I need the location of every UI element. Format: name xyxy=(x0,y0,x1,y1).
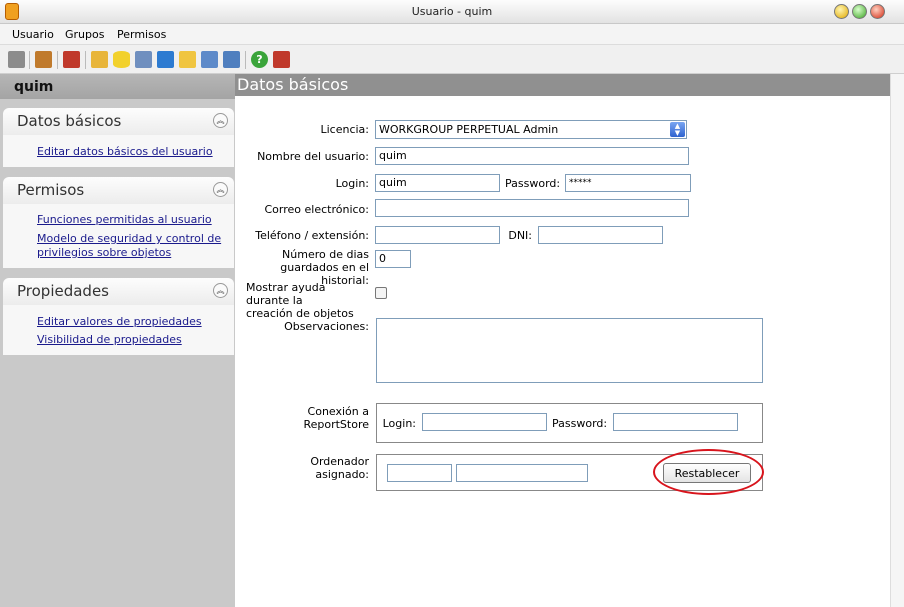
nombre-input[interactable]: quim xyxy=(375,147,689,165)
sidebar: quim Datos básicos ︽ Editar datos básico… xyxy=(0,74,235,607)
toolbar-separator xyxy=(85,51,86,69)
menu-usuario[interactable]: Usuario xyxy=(12,28,54,41)
link-editar-propiedades[interactable]: Editar valores de propiedades xyxy=(37,314,202,329)
link-visibilidad-propiedades[interactable]: Visibilidad de propiedades xyxy=(37,332,182,347)
password-label: Password: xyxy=(505,177,561,190)
sidebar-user-name: quim xyxy=(0,74,235,99)
sidebar-section-permisos[interactable]: Permisos ︽ xyxy=(3,177,234,204)
restablecer-button[interactable]: Restablecer xyxy=(663,463,751,483)
user-group-icon[interactable] xyxy=(63,51,80,68)
copy-icon[interactable] xyxy=(91,51,108,68)
ayuda-label: Mostrar ayuda durante la creación de obj… xyxy=(240,281,366,320)
sidebar-section-title: Permisos xyxy=(17,181,85,199)
rs-login-label: Login: xyxy=(382,417,416,430)
login-label: Login: xyxy=(335,177,369,190)
ayuda-label-line-2: creación de objetos xyxy=(246,307,354,320)
toolbar-separator xyxy=(29,51,30,69)
sidebar-section-body: Funciones permitidas al usuario Modelo d… xyxy=(3,204,234,268)
sidebar-section-propiedades[interactable]: Propiedades ︽ xyxy=(3,278,234,305)
dropdown-arrow-icon[interactable]: ▲ ▼ xyxy=(670,122,685,137)
rs-password-input[interactable] xyxy=(613,413,738,431)
password-input[interactable]: ***** xyxy=(565,174,691,192)
window-title: Usuario - quim xyxy=(411,5,493,18)
licencia-label: Licencia: xyxy=(320,123,369,136)
title-bar: Usuario - quim xyxy=(0,0,904,24)
link-editar-datos-basicos[interactable]: Editar datos básicos del usuario xyxy=(37,144,213,159)
ordenador-input-1[interactable] xyxy=(387,464,452,482)
conexion-label-line-1: Conexión a xyxy=(307,405,369,418)
application-window: Usuario - quim Usuario Grupos Permisos ?… xyxy=(0,0,904,607)
ordenador-input-2[interactable] xyxy=(456,464,588,482)
folder-icon[interactable] xyxy=(179,51,196,68)
ordenador-label: Ordenador asignado: xyxy=(240,455,369,481)
menu-grupos[interactable]: Grupos xyxy=(65,28,104,41)
maximize-button[interactable] xyxy=(852,4,867,19)
link-privilegios-objetos[interactable]: privilegios sobre objetos xyxy=(37,245,171,260)
page-title: Datos básicos xyxy=(235,74,890,96)
collapse-chevron-icon[interactable]: ︽ xyxy=(213,283,228,298)
exit-icon[interactable] xyxy=(273,51,290,68)
nombre-label: Nombre del usuario: xyxy=(257,150,369,163)
save-icon[interactable] xyxy=(8,51,25,68)
dni-input[interactable] xyxy=(538,226,663,244)
rs-password-label: Password: xyxy=(552,417,608,430)
telefono-label: Teléfono / extensión: xyxy=(255,229,369,242)
close-button[interactable] xyxy=(870,4,885,19)
conexion-label-line-2: ReportStore xyxy=(303,418,369,431)
sidebar-section-body: Editar valores de propiedades Visibilida… xyxy=(3,305,234,355)
menu-bar: Usuario Grupos Permisos xyxy=(0,24,904,45)
table-icon[interactable] xyxy=(201,51,218,68)
telefono-input[interactable] xyxy=(375,226,500,244)
help-icon[interactable]: ? xyxy=(251,51,268,68)
toolbar-separator xyxy=(245,51,246,69)
vertical-scrollbar[interactable] xyxy=(890,74,904,607)
collapse-chevron-icon[interactable]: ︽ xyxy=(213,113,228,128)
dias-label-line-1: Número de dias xyxy=(282,248,369,261)
sidebar-section-body: Editar datos básicos del usuario xyxy=(3,135,234,167)
open-document-icon[interactable] xyxy=(35,51,52,68)
sidebar-section-title: Propiedades xyxy=(17,282,109,300)
menu-permisos[interactable]: Permisos xyxy=(117,28,166,41)
windows-icon[interactable] xyxy=(135,51,152,68)
observaciones-textarea[interactable] xyxy=(376,318,763,383)
collapse-chevron-icon[interactable]: ︽ xyxy=(213,182,228,197)
link-modelo-seguridad[interactable]: Modelo de seguridad y control de xyxy=(37,231,221,246)
observaciones-label: Observaciones: xyxy=(284,320,369,333)
sidebar-section-datos-basicos[interactable]: Datos básicos ︽ xyxy=(3,108,234,135)
link-funciones-permitidas[interactable]: Funciones permitidas al usuario xyxy=(37,212,212,227)
rs-login-input[interactable] xyxy=(422,413,547,431)
ordenador-label-line-1: Ordenador xyxy=(310,455,369,468)
ayuda-label-line-1: Mostrar ayuda durante la xyxy=(246,281,326,307)
cube-icon[interactable] xyxy=(157,51,174,68)
ordenador-label-line-2: asignado: xyxy=(315,468,369,481)
correo-input[interactable] xyxy=(375,199,689,217)
conexion-label: Conexión a ReportStore xyxy=(240,405,369,431)
tools-icon[interactable] xyxy=(223,51,240,68)
login-input[interactable]: quim xyxy=(375,174,500,192)
database-icon[interactable] xyxy=(113,51,130,68)
toolbar: ? xyxy=(0,45,904,74)
dias-input[interactable]: 0 xyxy=(375,250,411,268)
dni-label: DNI: xyxy=(508,229,532,242)
minimize-button[interactable] xyxy=(834,4,849,19)
sidebar-section-title: Datos básicos xyxy=(17,112,122,130)
ayuda-checkbox[interactable] xyxy=(375,287,387,299)
licencia-select[interactable]: WORKGROUP PERPETUAL Admin ▲ ▼ xyxy=(375,120,687,139)
correo-label: Correo electrónico: xyxy=(264,203,370,216)
licencia-selected-value: WORKGROUP PERPETUAL Admin xyxy=(379,123,559,136)
toolbar-separator xyxy=(57,51,58,69)
